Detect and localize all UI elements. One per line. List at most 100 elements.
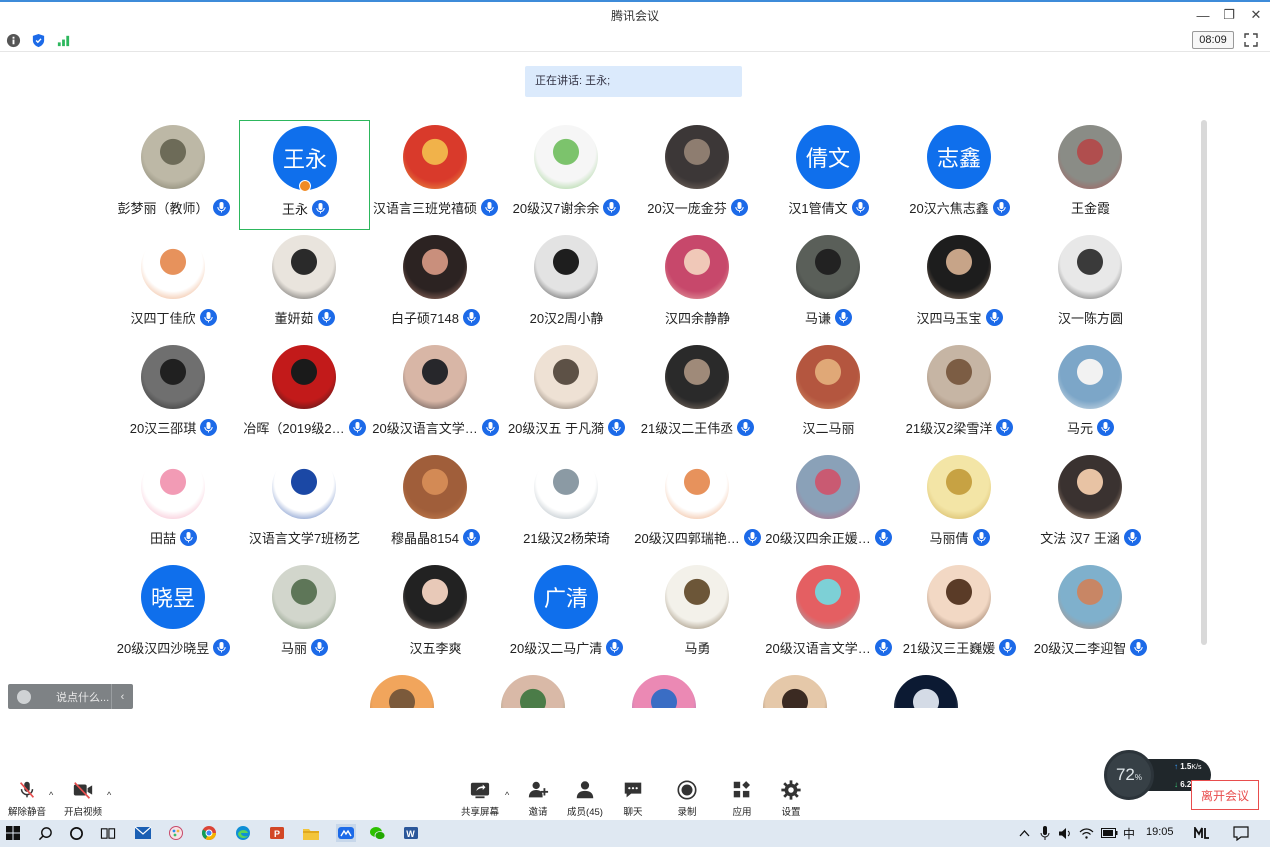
participant-tile[interactable]: 马丽倩 bbox=[894, 450, 1025, 560]
grid-scrollbar[interactable] bbox=[1201, 120, 1207, 645]
participant-tile[interactable]: 白子硕7148 bbox=[370, 230, 501, 340]
collapse-chat-button[interactable]: ‹ bbox=[111, 684, 133, 709]
system-clock[interactable]: 19:05 bbox=[1146, 826, 1174, 838]
participant-tile[interactable]: 20级汉语言文学… bbox=[370, 340, 501, 450]
restore-button[interactable]: ❐ bbox=[1216, 4, 1242, 26]
participant-tile[interactable] bbox=[861, 670, 992, 708]
participant-tile[interactable]: 彭梦丽（教师） bbox=[108, 120, 239, 230]
participant-tile[interactable]: 20汉一庞金芬 bbox=[632, 120, 763, 230]
input-method-indicator[interactable]: 中 bbox=[1123, 825, 1135, 842]
participant-tile[interactable]: 汉二马丽 bbox=[763, 340, 894, 450]
share-screen-button[interactable]: 共享屏幕 bbox=[453, 778, 507, 818]
participant-tile[interactable]: 汉四丁佳欣 bbox=[108, 230, 239, 340]
participant-tile[interactable]: 汉一陈方圆 bbox=[1025, 230, 1156, 340]
participant-name: 21级汉2梁雪洋 bbox=[905, 420, 993, 436]
participant-avatar bbox=[1058, 345, 1122, 409]
cpu-usage-value: 72 bbox=[1115, 765, 1135, 784]
participant-tile[interactable]: 田喆 bbox=[108, 450, 239, 560]
participant-tile[interactable]: 20汉2周小静 bbox=[501, 230, 632, 340]
participant-tile[interactable]: 冶晖（2019级2… bbox=[239, 340, 370, 450]
powerpoint-app-icon[interactable]: P bbox=[268, 824, 286, 842]
participant-tile[interactable]: 马谦 bbox=[763, 230, 894, 340]
microphone-tray-icon[interactable] bbox=[1036, 824, 1054, 842]
participant-tile[interactable] bbox=[337, 670, 468, 708]
task-view-icon[interactable] bbox=[99, 824, 117, 842]
wifi-icon[interactable] bbox=[1077, 824, 1095, 842]
participant-tile[interactable]: 马丽 bbox=[239, 560, 370, 670]
chat-bubble-icon bbox=[621, 778, 645, 801]
mic-icon bbox=[481, 198, 498, 216]
battery-icon[interactable] bbox=[1100, 824, 1118, 842]
audio-options-caret[interactable]: ^ bbox=[49, 790, 53, 800]
participant-tile[interactable]: 倩文 汉1管倩文 bbox=[763, 120, 894, 230]
meeting-tray-icon[interactable] bbox=[1193, 824, 1211, 842]
participant-tile[interactable]: 汉四余静静 bbox=[632, 230, 763, 340]
security-shield-icon[interactable] bbox=[30, 32, 46, 48]
participant-tile[interactable]: 21级汉2梁雪洋 bbox=[894, 340, 1025, 450]
participant-tile[interactable]: 汉语言文学7班杨艺 bbox=[239, 450, 370, 560]
participant-tile[interactable]: 志鑫 20汉六焦志鑫 bbox=[894, 120, 1025, 230]
participant-tile[interactable]: 20级汉四郭瑞艳… bbox=[632, 450, 763, 560]
start-video-button[interactable]: 开启视频 bbox=[56, 778, 110, 818]
volume-icon[interactable] bbox=[1056, 824, 1074, 842]
chat-input-pill[interactable]: 说点什么... ‹ bbox=[8, 684, 133, 709]
emoji-icon[interactable] bbox=[17, 689, 31, 704]
video-options-caret[interactable]: ^ bbox=[107, 790, 111, 800]
participant-tile[interactable]: 20级汉四余正媛… bbox=[763, 450, 894, 560]
members-button[interactable]: 成员(45) bbox=[558, 778, 612, 818]
participant-tile[interactable] bbox=[730, 670, 861, 708]
participant-tile[interactable]: 20级汉7谢余余 bbox=[501, 120, 632, 230]
unmute-button[interactable]: 解除静音 bbox=[0, 778, 54, 818]
participant-tile[interactable]: 王金霞 bbox=[1025, 120, 1156, 230]
participant-tile[interactable]: 汉四马玉宝 bbox=[894, 230, 1025, 340]
participant-tile[interactable]: 马元 bbox=[1025, 340, 1156, 450]
cortana-icon[interactable] bbox=[67, 824, 85, 842]
participant-tile[interactable]: 20级汉语言文学… bbox=[763, 560, 894, 670]
avatar-photo bbox=[665, 125, 729, 189]
record-button[interactable]: 录制 bbox=[660, 778, 714, 818]
participant-tile[interactable]: 20汉三邵琪 bbox=[108, 340, 239, 450]
participant-tile[interactable] bbox=[468, 670, 599, 708]
participant-tile[interactable]: 马勇 bbox=[632, 560, 763, 670]
mic-icon bbox=[200, 418, 218, 436]
leave-meeting-button[interactable]: 离开会议 bbox=[1191, 780, 1259, 810]
close-button[interactable]: ✕ bbox=[1243, 4, 1269, 26]
participant-tile[interactable]: 广清 20级汉二马广清 bbox=[501, 560, 632, 670]
participant-tile[interactable]: 董妍茹 bbox=[239, 230, 370, 340]
wechat-app-icon[interactable] bbox=[368, 824, 386, 842]
chat-button[interactable]: 聊天 bbox=[606, 778, 660, 818]
chrome-browser-icon[interactable] bbox=[200, 824, 218, 842]
chevron-up-icon[interactable] bbox=[1015, 824, 1033, 842]
windows-start-icon[interactable] bbox=[4, 824, 22, 842]
notification-center-icon[interactable] bbox=[1232, 824, 1250, 842]
apps-button[interactable]: 应用 bbox=[715, 778, 769, 818]
participant-avatar bbox=[763, 675, 827, 708]
paint-app-icon[interactable] bbox=[167, 824, 185, 842]
participant-tile[interactable]: 21级汉三王巍媛 bbox=[894, 560, 1025, 670]
word-app-icon[interactable]: W bbox=[402, 824, 420, 842]
share-options-caret[interactable]: ^ bbox=[505, 790, 509, 800]
participant-tile[interactable]: 21级汉2杨荣琦 bbox=[501, 450, 632, 560]
minimize-button[interactable]: — bbox=[1190, 4, 1216, 26]
signal-strength-icon[interactable] bbox=[55, 32, 71, 48]
invite-button[interactable]: 邀请 bbox=[511, 778, 565, 818]
participant-tile[interactable] bbox=[599, 670, 730, 708]
participant-tile[interactable]: 20级汉五 于凡漪 bbox=[501, 340, 632, 450]
settings-button[interactable]: 设置 bbox=[764, 778, 818, 818]
participant-tile[interactable]: 汉语言三班党禧硕 bbox=[370, 120, 501, 230]
participant-tile[interactable]: 20级汉二李迎智 bbox=[1025, 560, 1156, 670]
file-explorer-icon[interactable] bbox=[302, 824, 320, 842]
search-icon[interactable] bbox=[36, 824, 54, 842]
participant-tile[interactable]: 穆晶晶8154 bbox=[370, 450, 501, 560]
info-icon[interactable] bbox=[5, 32, 21, 48]
participant-tile[interactable]: 汉五李爽 bbox=[370, 560, 501, 670]
participant-label: 20级汉语言文学… bbox=[370, 418, 501, 436]
participant-tile[interactable]: 文法 汉7 王涵 bbox=[1025, 450, 1156, 560]
mail-app-icon[interactable] bbox=[134, 824, 152, 842]
participant-tile[interactable]: 21级汉二王伟丞 bbox=[632, 340, 763, 450]
tencent-meeting-taskbar-icon[interactable] bbox=[336, 824, 356, 842]
participant-tile[interactable]: 王永 王永 bbox=[239, 120, 370, 230]
participant-tile[interactable]: 晓昱 20级汉四沙晓昱 bbox=[108, 560, 239, 670]
fullscreen-icon[interactable] bbox=[1243, 32, 1259, 48]
edge-browser-icon[interactable] bbox=[234, 824, 252, 842]
